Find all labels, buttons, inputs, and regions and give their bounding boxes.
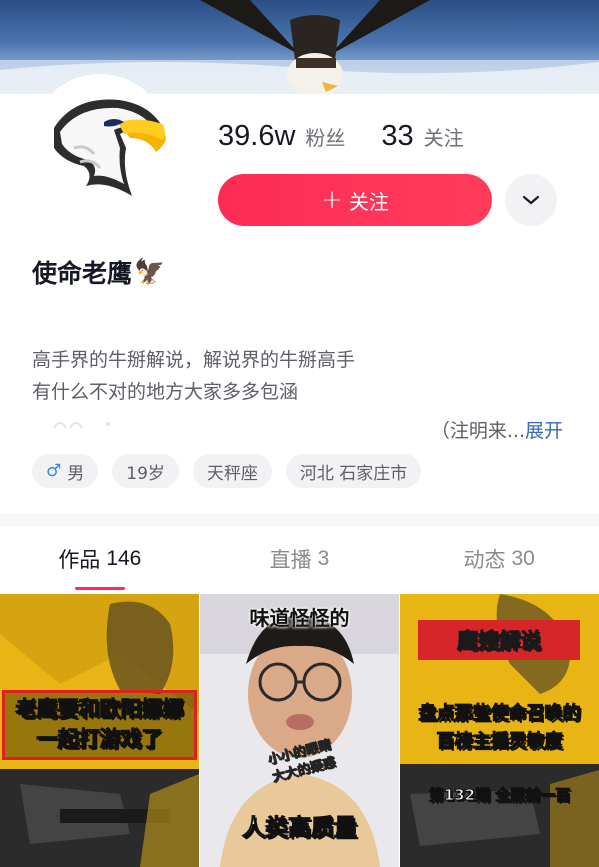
zodiac-tag: 天秤座 <box>192 454 272 488</box>
series-badge: 鹰嫂解说 <box>418 620 580 660</box>
video-bottom-text: 人类高质量 <box>242 815 358 842</box>
profile-name-row: 使命老鹰 🦅 <box>32 254 165 290</box>
tab-label: 作品 <box>58 548 101 572</box>
tab-live[interactable]: 直播 3 <box>200 526 400 592</box>
bio-continued: （注明来... <box>430 420 525 442</box>
bio-line: 高手界的牛掰解说，解说界的牛掰高手 <box>32 349 356 371</box>
followers-count: 39.6w <box>218 120 296 152</box>
gender-tag: ♂ 男 <box>32 454 99 488</box>
tab-count: 3 <box>317 547 330 570</box>
tab-count: 146 <box>106 547 142 570</box>
content-tabs: 作品 146 直播 3 动态 30 <box>0 526 599 592</box>
tab-label: 直播 <box>269 548 312 572</box>
location-tag: 河北 石家庄市 <box>285 454 422 488</box>
expand-link[interactable]: 展开 <box>525 420 563 442</box>
eagle-emoji-icon: 🦅 <box>134 257 166 286</box>
plus-icon: + <box>321 185 343 215</box>
following-stat[interactable]: 33 关注 <box>381 120 463 153</box>
video-thumbnail[interactable]: 味道怪怪的 小小的眼睛 大大的疑惑 人类高质量 <box>200 594 399 867</box>
profile-card: 39.6w 粉丝 33 关注 + 关注 使命老鹰 🦅 高手界的牛掰解说，解说界的… <box>0 74 599 514</box>
video-top-text: 味道怪怪的 <box>249 606 350 630</box>
bio-expand-row: （注明来...展开 <box>431 416 563 443</box>
tab-moments[interactable]: 动态 30 <box>399 526 599 592</box>
male-icon: ♂ <box>46 461 62 481</box>
video-thumbnail[interactable]: 老鹰要和欧阳娜娜 一起打游戏了 <box>0 594 199 867</box>
video-caption: 老鹰要和欧阳娜娜 一起打游戏了 <box>4 694 195 754</box>
tab-works[interactable]: 作品 146 <box>0 526 200 592</box>
profile-tags: ♂ 男 19岁 天秤座 河北 石家庄市 <box>32 454 435 488</box>
video-thumbnail[interactable]: 鹰嫂解说 盘点那些使命召唤的 百榜主播灵敏度 第132期 全服前一百 <box>400 594 599 867</box>
caption-line: 百榜主播灵敏度 <box>436 731 563 753</box>
profile-name: 使命老鹰 <box>32 259 133 288</box>
profile-bio: 高手界的牛掰解说，解说界的牛掰高手 有什么不对的地方大家多多包涵 <box>32 344 355 408</box>
following-count: 33 <box>381 120 414 152</box>
caption-line: 盘点那些使命召唤的 <box>418 703 581 725</box>
eagle-logo-icon <box>54 99 166 196</box>
more-options-button[interactable] <box>505 174 557 226</box>
tab-label: 动态 <box>463 548 506 572</box>
tab-count: 30 <box>511 547 535 570</box>
faded-bio-text <box>53 422 110 429</box>
section-divider <box>0 514 599 526</box>
active-tab-indicator <box>74 587 125 590</box>
following-label: 关注 <box>423 126 464 150</box>
bio-line: 有什么不对的地方大家多多包涵 <box>32 381 299 403</box>
followers-label: 粉丝 <box>305 126 346 150</box>
video-grid: 老鹰要和欧阳娜娜 一起打游戏了 味道怪怪的 小小的眼睛 大大的疑惑 人类高质量 <box>0 594 599 867</box>
age-tag: 19岁 <box>112 454 179 488</box>
chevron-down-icon <box>522 195 540 205</box>
video-caption: 盘点那些使命召唤的 百榜主播灵敏度 <box>400 700 599 756</box>
profile-stats: 39.6w 粉丝 33 关注 <box>218 120 500 153</box>
follow-button[interactable]: + 关注 <box>218 174 492 226</box>
video-footer: 第132期 全服前一百 <box>428 786 571 805</box>
series-badge-label: 鹰嫂解说 <box>457 629 542 654</box>
followers-stat[interactable]: 39.6w 粉丝 <box>218 120 345 153</box>
follow-button-label: 关注 <box>348 189 389 214</box>
gender-label: 男 <box>67 463 85 484</box>
caption-line: 一起打游戏了 <box>36 727 163 752</box>
avatar[interactable] <box>30 74 170 214</box>
caption-line: 老鹰要和欧阳娜娜 <box>15 697 184 722</box>
